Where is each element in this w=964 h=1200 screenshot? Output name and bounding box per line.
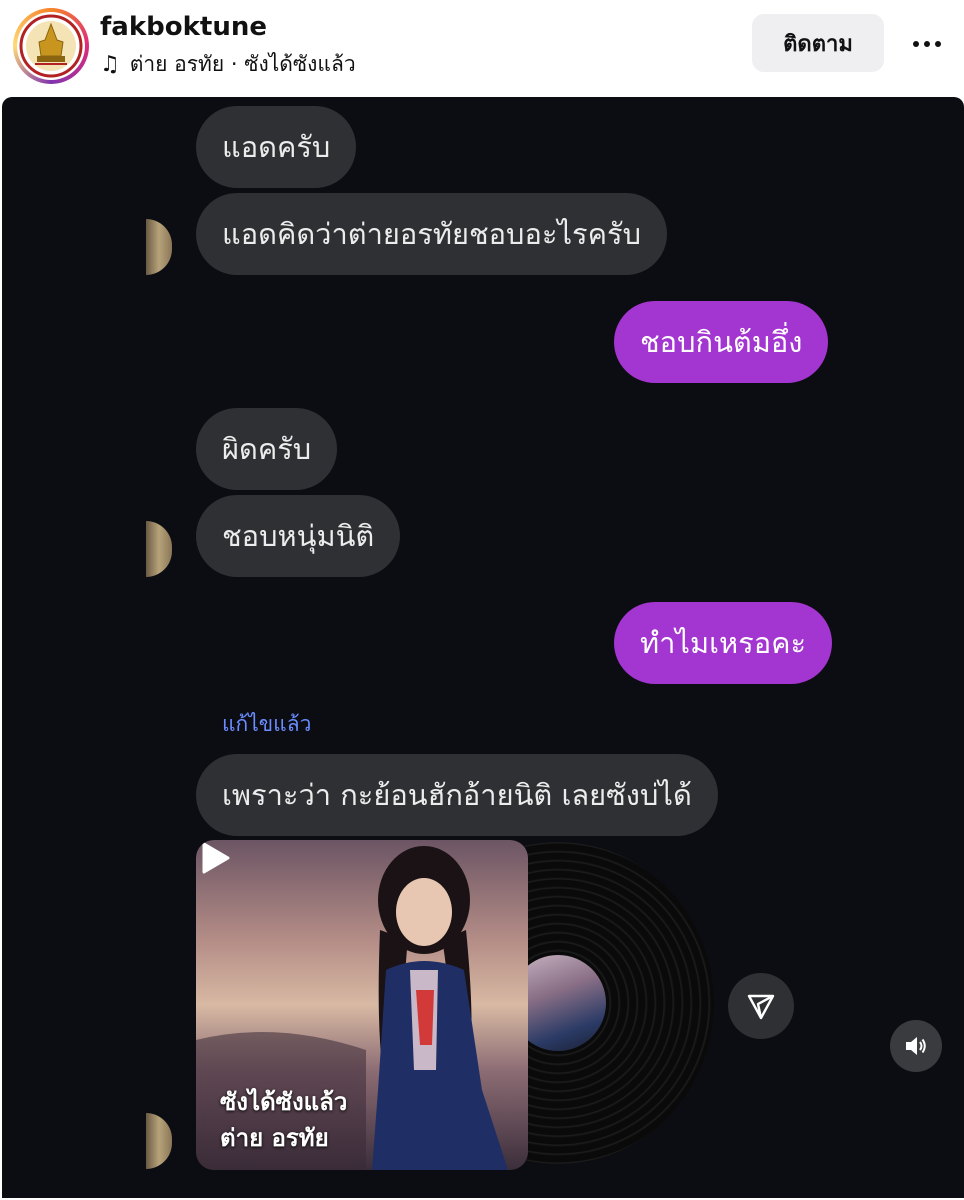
- username[interactable]: fakboktune: [100, 12, 267, 42]
- album-cover[interactable]: ซังได้ซังแล้ว ต่าย อรทัย: [196, 840, 528, 1170]
- message-bubble-incoming: แอดคิดว่าต่ายอรทัยชอบอะไรครับ: [196, 193, 667, 275]
- message-bubble-incoming: เพราะว่า กะย้อนฮักอ้ายนิติ เลยซังบ่ได้: [196, 754, 718, 836]
- message-bubble-incoming: ผิดครับ: [196, 408, 338, 490]
- avatar-image: [17, 12, 85, 80]
- track-title: ซังได้ซังแล้ว: [220, 1088, 348, 1116]
- audio-attribution-text: ต่าย อรทัย · ซังได้ซังแล้ว: [129, 52, 356, 76]
- send-icon: [747, 994, 775, 1020]
- audio-attribution[interactable]: ♫ ต่าย อรทัย · ซังได้ซังแล้ว: [100, 48, 356, 81]
- sound-toggle[interactable]: [890, 1020, 942, 1072]
- follow-button[interactable]: ติดตาม: [752, 14, 884, 72]
- post-header: fakboktune ♫ ต่าย อรทัย · ซังได้ซังแล้ว …: [0, 0, 964, 94]
- share-button[interactable]: [728, 973, 794, 1039]
- more-options-icon[interactable]: [905, 24, 949, 64]
- message-bubble-outgoing: ทำไมเหรอคะ: [614, 602, 833, 684]
- sender-avatar: [146, 1113, 172, 1169]
- edited-label: แก้ไขแล้ว: [222, 712, 312, 736]
- profile-avatar[interactable]: [13, 8, 89, 84]
- message-bubble-incoming: แอดครับ: [196, 106, 357, 188]
- music-note-icon: ♫: [100, 51, 120, 77]
- sender-avatar: [146, 521, 172, 577]
- play-icon[interactable]: [196, 840, 232, 876]
- speaker-icon: [906, 1037, 926, 1055]
- logo-icon: [19, 14, 83, 78]
- chat-screenshot: แอดครับ แอดคิดว่าต่ายอรทัยชอบอะไรครับ ชอ…: [2, 97, 964, 1198]
- message-bubble-incoming: ชอบหนุ่มนิติ: [196, 495, 401, 577]
- track-artist: ต่าย อรทัย: [220, 1124, 329, 1152]
- message-bubble-outgoing: ชอบกินต้มอึ่ง: [614, 301, 829, 383]
- sender-avatar: [146, 219, 172, 275]
